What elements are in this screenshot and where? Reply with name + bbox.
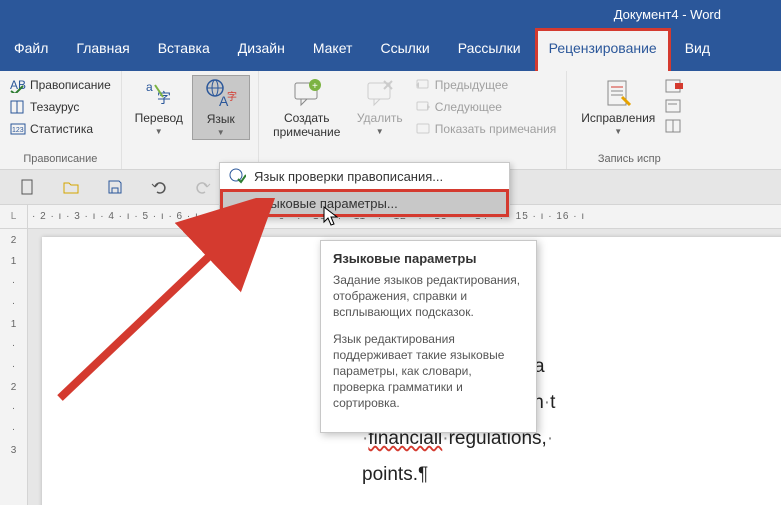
- comment-new-icon: +: [291, 77, 323, 109]
- track-icon: [602, 77, 634, 109]
- new-doc-icon[interactable]: [18, 178, 36, 196]
- ribbon-tabs: Файл Главная Вставка Дизайн Макет Ссылки…: [0, 28, 781, 71]
- globe-check-icon: [228, 167, 246, 185]
- set-proofing-language-item[interactable]: Язык проверки правописания...: [220, 163, 509, 189]
- previous-comment-button[interactable]: Предыдущее: [413, 75, 559, 95]
- chevron-down-icon: ▼: [614, 127, 622, 136]
- tab-mailings[interactable]: Рассылки: [444, 28, 535, 71]
- book-icon: [10, 99, 26, 115]
- show-comments-button[interactable]: Показать примечания: [413, 119, 559, 139]
- tab-insert[interactable]: Вставка: [144, 28, 224, 71]
- tab-file[interactable]: Файл: [0, 28, 62, 71]
- track-changes-button[interactable]: Исправления ▼: [575, 75, 661, 138]
- comment-prev-icon: [415, 77, 431, 93]
- language-button[interactable]: A字 Язык ▼: [192, 75, 250, 140]
- svg-text:+: +: [312, 81, 318, 92]
- tab-home[interactable]: Главная: [62, 28, 143, 71]
- svg-text:a: a: [146, 80, 153, 94]
- group-label-proofing: Правописание: [8, 151, 113, 169]
- ribbon: ABC Правописание Тезаурус 123 Статистика: [0, 71, 781, 170]
- tooltip-title: Языковые параметры: [333, 251, 524, 266]
- redo-icon[interactable]: [194, 178, 212, 196]
- translate-icon: a字: [143, 77, 175, 109]
- stats-icon: 123: [10, 121, 26, 137]
- tab-references[interactable]: Ссылки: [366, 28, 443, 71]
- save-icon[interactable]: [106, 178, 124, 196]
- svg-text:字: 字: [227, 90, 237, 103]
- statistics-button[interactable]: 123 Статистика: [8, 119, 113, 139]
- next-comment-button[interactable]: Следующее: [413, 97, 559, 117]
- chevron-down-icon: ▼: [155, 127, 163, 136]
- thesaurus-button[interactable]: Тезаурус: [8, 97, 113, 117]
- tab-review[interactable]: Рецензирование: [535, 28, 671, 71]
- comment-show-icon: [415, 121, 431, 137]
- check-icon: ABC: [10, 77, 26, 93]
- delete-comment-button[interactable]: Удалить ▼: [351, 75, 409, 138]
- spelling-button[interactable]: ABC Правописание: [8, 75, 113, 95]
- markup-icon[interactable]: [665, 79, 683, 93]
- comment-delete-icon: [364, 77, 396, 109]
- group-label-tracking: Запись испр: [575, 151, 683, 169]
- vertical-ruler[interactable]: 2 1 · · 1 · · 2 · · 3: [0, 229, 28, 505]
- language-preferences-item[interactable]: Языковые параметры...: [220, 189, 509, 217]
- open-icon[interactable]: [62, 178, 80, 196]
- new-comment-button[interactable]: + Создать примечание: [267, 75, 347, 141]
- tooltip-body-1: Задание языков редактирования, отображен…: [333, 272, 524, 321]
- tooltip-body-2: Язык редактирования поддерживает такие я…: [333, 331, 524, 412]
- svg-text:123: 123: [12, 127, 24, 134]
- tab-layout[interactable]: Макет: [299, 28, 367, 71]
- tab-design[interactable]: Дизайн: [224, 28, 299, 71]
- window-title: Документ4 - Word: [614, 7, 721, 22]
- chevron-down-icon: ▼: [376, 127, 384, 136]
- language-icon: A字: [205, 78, 237, 110]
- ruler-corner: L: [0, 205, 28, 229]
- undo-icon[interactable]: [150, 178, 168, 196]
- show-markup-icon[interactable]: [665, 99, 683, 113]
- tab-view[interactable]: Вид: [671, 28, 724, 71]
- chevron-down-icon: ▼: [217, 128, 225, 137]
- tooltip: Языковые параметры Задание языков редакт…: [320, 240, 537, 433]
- language-dropdown: Язык проверки правописания... Языковые п…: [219, 162, 510, 218]
- reviewing-pane-icon[interactable]: [665, 119, 683, 133]
- comment-next-icon: [415, 99, 431, 115]
- translate-button[interactable]: a字 Перевод ▼: [130, 75, 188, 138]
